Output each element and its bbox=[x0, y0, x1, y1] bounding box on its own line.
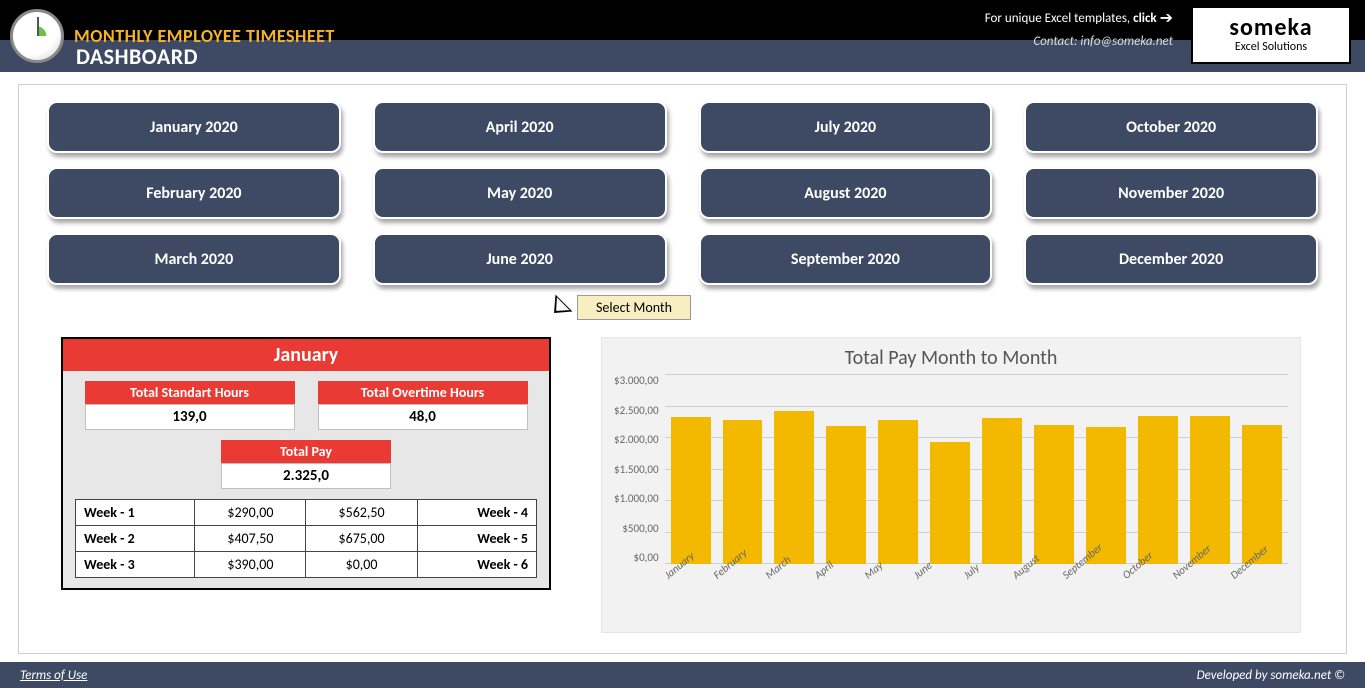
clock-icon bbox=[10, 9, 64, 63]
pointer-arrow-icon bbox=[546, 294, 573, 321]
select-month-label: Select Month bbox=[577, 295, 691, 320]
chart-x-axis: JanuaryFebruaryMarchAprilMayJuneJulyAugu… bbox=[665, 564, 1288, 614]
weeks-table: Week - 1 $290,00 $562,50 Week - 4 Week -… bbox=[75, 499, 537, 578]
chart-bar bbox=[671, 417, 711, 564]
logo-main: someka bbox=[1229, 16, 1312, 40]
kpi-total-pay: Total Pay 2.325,0 bbox=[221, 440, 391, 489]
month-label: April 2020 bbox=[486, 118, 554, 137]
kpi-value: 48,0 bbox=[318, 404, 528, 430]
promo-line[interactable]: For unique Excel templates, click ➔ bbox=[985, 6, 1173, 32]
banner-titles: MONTHLY EMPLOYEE TIMESHEET bbox=[74, 25, 335, 47]
week-label: Week - 1 bbox=[76, 500, 195, 526]
chart-bars bbox=[665, 374, 1288, 564]
kpi-value: 139,0 bbox=[85, 404, 295, 430]
table-row: Week - 3 $390,00 $0,00 Week - 6 bbox=[76, 552, 537, 578]
banner-left: MONTHLY EMPLOYEE TIMESHEET bbox=[0, 0, 335, 72]
kpi-value: 2.325,0 bbox=[221, 463, 391, 489]
terms-of-use-link[interactable]: Terms of Use bbox=[20, 668, 87, 683]
chart-bar bbox=[826, 426, 866, 564]
promo-text: For unique Excel templates, bbox=[985, 11, 1133, 26]
month-button[interactable]: November 2020 bbox=[1024, 167, 1318, 219]
developed-by: Developed by someka.net © bbox=[1197, 668, 1345, 683]
month-button[interactable]: June 2020 bbox=[373, 233, 667, 285]
week-label: Week - 4 bbox=[417, 500, 536, 526]
y-tick: $1.000,00 bbox=[614, 492, 659, 505]
table-row: Week - 1 $290,00 $562,50 Week - 4 bbox=[76, 500, 537, 526]
week-amount: $390,00 bbox=[195, 552, 306, 578]
brand-logo[interactable]: someka Excel Solutions bbox=[1191, 6, 1351, 64]
week-label: Week - 3 bbox=[76, 552, 195, 578]
total-pay-chart: Total Pay Month to Month $3.000,00 $2.50… bbox=[601, 337, 1301, 633]
month-button[interactable]: January 2020 bbox=[47, 101, 341, 153]
month-button[interactable]: December 2020 bbox=[1024, 233, 1318, 285]
contact-line: Contact: info@someka.net bbox=[985, 32, 1173, 53]
y-tick: $2.500,00 bbox=[614, 404, 659, 417]
chart-bar bbox=[878, 420, 918, 564]
chart-bar bbox=[1190, 416, 1230, 564]
page-title: MONTHLY EMPLOYEE TIMESHEET bbox=[74, 25, 335, 47]
arrow-right-icon: ➔ bbox=[1160, 9, 1173, 28]
month-label: June 2020 bbox=[486, 250, 553, 269]
chart-title: Total Pay Month to Month bbox=[614, 346, 1288, 370]
chart-bar bbox=[1034, 425, 1074, 564]
month-label: November 2020 bbox=[1118, 184, 1224, 203]
y-tick: $500,00 bbox=[622, 522, 658, 535]
chart-plot: JanuaryFebruaryMarchAprilMayJuneJulyAugu… bbox=[665, 374, 1288, 614]
kpi-standard-hours: Total Standart Hours 139,0 bbox=[85, 381, 295, 430]
week-amount: $675,00 bbox=[306, 526, 417, 552]
month-label: August 2020 bbox=[804, 184, 886, 203]
y-tick: $2.000,00 bbox=[614, 433, 659, 446]
month-button[interactable]: August 2020 bbox=[699, 167, 993, 219]
chart-bar bbox=[982, 418, 1022, 564]
month-button[interactable]: March 2020 bbox=[47, 233, 341, 285]
kpi-overtime-hours: Total Overtime Hours 48,0 bbox=[318, 381, 528, 430]
month-label: December 2020 bbox=[1119, 250, 1223, 269]
y-tick: $3.000,00 bbox=[614, 374, 659, 387]
month-label: July 2020 bbox=[815, 118, 876, 137]
kpi-label: Total Standart Hours bbox=[85, 381, 295, 404]
month-button[interactable]: September 2020 bbox=[699, 233, 993, 285]
chart-bar bbox=[1138, 416, 1178, 564]
kpi-label: Total Overtime Hours bbox=[318, 381, 528, 404]
chart-area: $3.000,00 $2.500,00 $2.000,00 $1.500,00 … bbox=[614, 374, 1288, 614]
summary-month: January bbox=[63, 339, 549, 371]
kpi-label: Total Pay bbox=[221, 440, 391, 463]
week-label: Week - 5 bbox=[417, 526, 536, 552]
month-button[interactable]: April 2020 bbox=[373, 101, 667, 153]
week-label: Week - 6 bbox=[417, 552, 536, 578]
month-button[interactable]: February 2020 bbox=[47, 167, 341, 219]
week-label: Week - 2 bbox=[76, 526, 195, 552]
chart-bar bbox=[774, 411, 814, 564]
table-row: Week - 2 $407,50 $675,00 Week - 5 bbox=[76, 526, 537, 552]
chart-y-axis: $3.000,00 $2.500,00 $2.000,00 $1.500,00 … bbox=[614, 374, 665, 564]
month-grid: January 2020 February 2020 March 2020 Ap… bbox=[47, 101, 1318, 285]
y-tick: $0,00 bbox=[634, 551, 659, 564]
chart-bar bbox=[723, 420, 763, 564]
app-banner: DASHBOARD MONTHLY EMPLOYEE TIMESHEET For… bbox=[0, 0, 1365, 72]
dashboard-panel: January 2020 February 2020 March 2020 Ap… bbox=[18, 84, 1347, 654]
month-button[interactable]: May 2020 bbox=[373, 167, 667, 219]
promo-click: click bbox=[1133, 11, 1157, 26]
month-label: October 2020 bbox=[1126, 118, 1216, 137]
month-label: March 2020 bbox=[155, 250, 234, 269]
week-amount: $290,00 bbox=[195, 500, 306, 526]
week-amount: $0,00 bbox=[306, 552, 417, 578]
week-amount: $407,50 bbox=[195, 526, 306, 552]
week-amount: $562,50 bbox=[306, 500, 417, 526]
month-label: May 2020 bbox=[487, 184, 552, 203]
month-button[interactable]: July 2020 bbox=[699, 101, 993, 153]
month-button[interactable]: October 2020 bbox=[1024, 101, 1318, 153]
month-label: January 2020 bbox=[150, 118, 238, 137]
logo-sub: Excel Solutions bbox=[1235, 40, 1307, 54]
footer-bar: Terms of Use Developed by someka.net © bbox=[0, 662, 1365, 688]
select-month-pointer: Select Month bbox=[547, 295, 691, 320]
kpi-row: Total Standart Hours 139,0 Total Overtim… bbox=[63, 371, 549, 434]
month-summary-card: January Total Standart Hours 139,0 Total… bbox=[61, 337, 551, 590]
month-label: February 2020 bbox=[146, 184, 241, 203]
month-label: September 2020 bbox=[791, 250, 900, 269]
banner-right: For unique Excel templates, click ➔ Cont… bbox=[985, 0, 1365, 72]
banner-links: For unique Excel templates, click ➔ Cont… bbox=[985, 6, 1173, 52]
y-tick: $1.500,00 bbox=[614, 463, 659, 476]
